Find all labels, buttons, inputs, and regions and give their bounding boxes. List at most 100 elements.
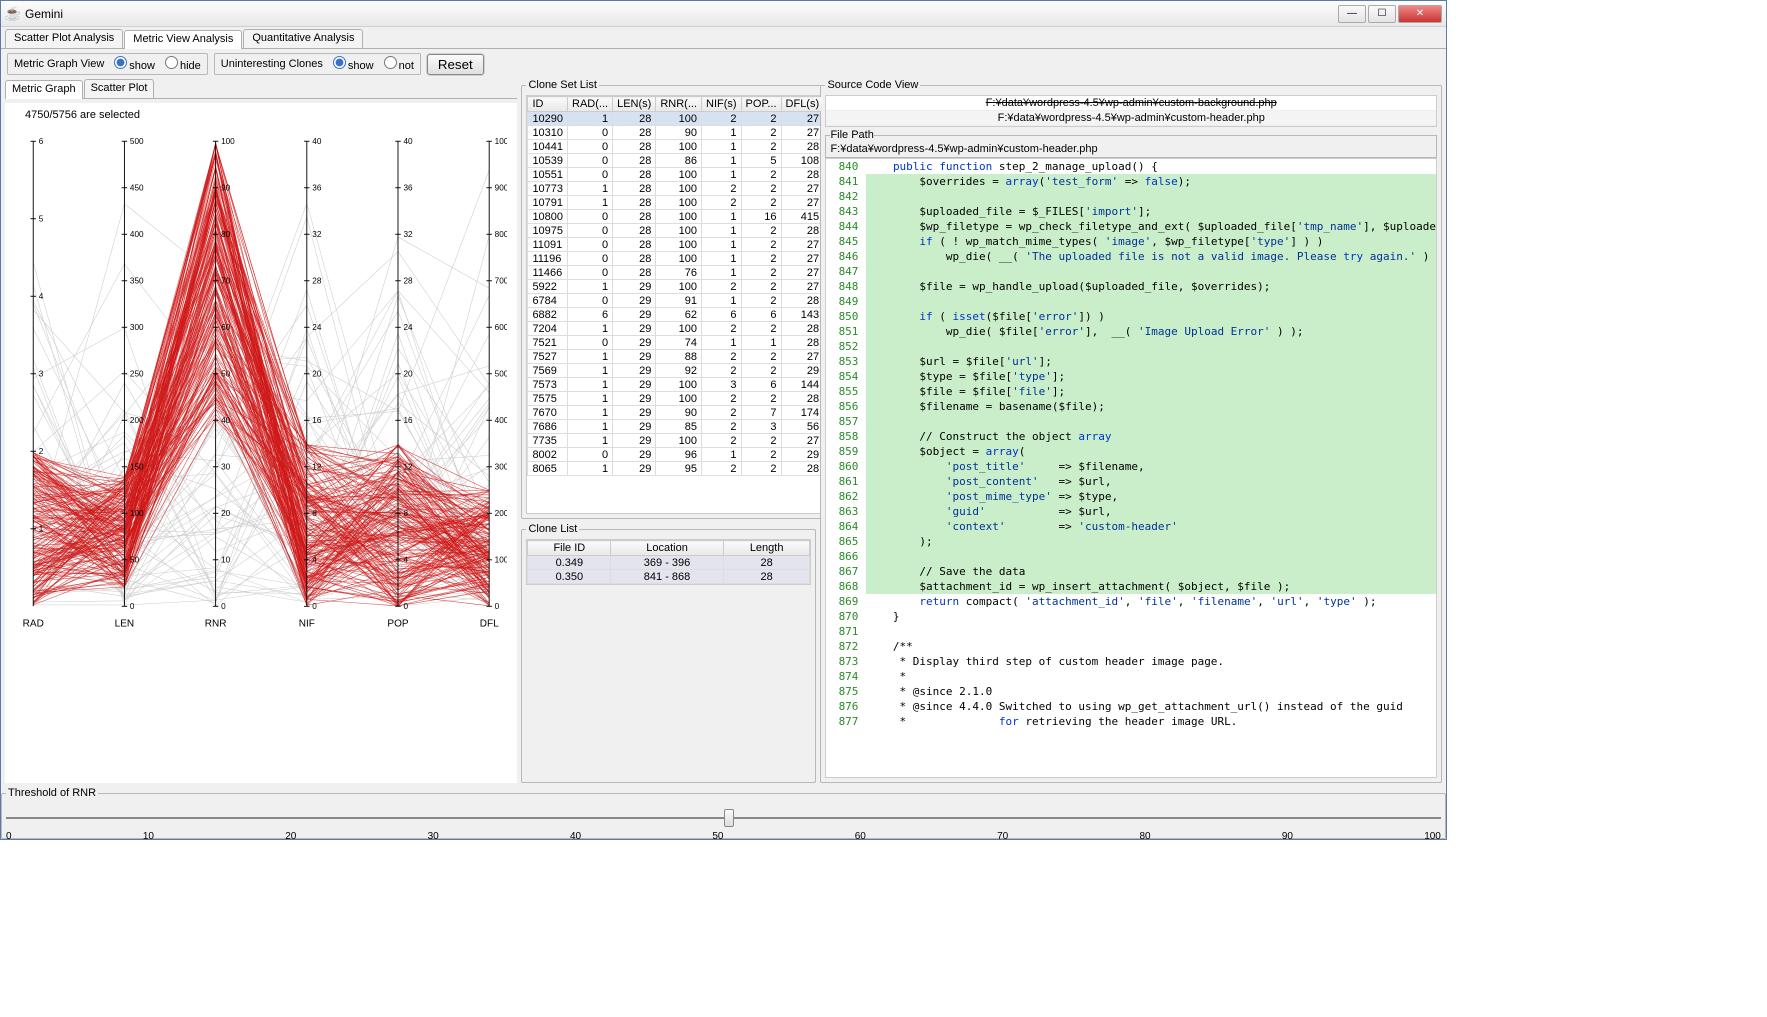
code-line[interactable]: 877 * for retrieving the header image UR… (826, 714, 1436, 729)
code-line[interactable]: 842 (826, 189, 1436, 204)
table-row[interactable]: 105510281001228 (528, 168, 824, 182)
svg-text:30: 30 (221, 463, 231, 472)
code-line[interactable]: 874 * (826, 669, 1436, 684)
filepath-legend: File Path (830, 129, 873, 141)
close-button[interactable]: ✕ (1398, 5, 1442, 23)
code-line[interactable]: 873 * Display third step of custom heade… (826, 654, 1436, 669)
code-line[interactable]: 857 (826, 414, 1436, 429)
table-row[interactable]: 72041291002228 (528, 322, 824, 336)
clone-set-header[interactable]: ID (528, 97, 568, 112)
table-row[interactable]: 109750281001228 (528, 224, 824, 238)
clone-set-header[interactable]: LEN(s) (613, 97, 656, 112)
table-row[interactable]: 6784029911228 (528, 294, 824, 308)
code-line[interactable]: 876 * @since 4.4.0 Switched to using wp_… (826, 699, 1436, 714)
code-line[interactable]: 849 (826, 294, 1436, 309)
table-row[interactable]: 68826296266143 (528, 308, 824, 322)
path-tab[interactable]: F:¥data¥wordpress-4.5¥wp-admin¥custom-ba… (826, 96, 1436, 111)
code-line[interactable]: 862 'post_mime_type' => $type, (826, 489, 1436, 504)
slider-thumb[interactable] (724, 809, 734, 827)
clone-list-header[interactable]: Length (723, 541, 810, 556)
table-row[interactable]: 105390288615108 (528, 154, 824, 168)
tab-scatter-plot-analysis[interactable]: Scatter Plot Analysis (5, 29, 123, 48)
table-row[interactable]: 10310028901227 (528, 126, 824, 140)
clone-set-header[interactable]: RNR(... (656, 97, 702, 112)
table-row[interactable]: 7569129922229 (528, 364, 824, 378)
code-line[interactable]: 863 'guid' => $url, (826, 504, 1436, 519)
code-line[interactable]: 841 $overrides = array('test_form' => fa… (826, 174, 1436, 189)
code-line[interactable]: 860 'post_title' => $filename, (826, 459, 1436, 474)
code-line[interactable]: 846 wp_die( __( 'The uploaded file is no… (826, 249, 1436, 264)
code-line[interactable]: 858 // Construct the object array (826, 429, 1436, 444)
code-line[interactable]: 869 return compact( 'attachment_id', 'fi… (826, 594, 1436, 609)
code-line[interactable]: 854 $type = $file['type']; (826, 369, 1436, 384)
code-line[interactable]: 852 (826, 339, 1436, 354)
table-row[interactable]: 110910281001227 (528, 238, 824, 252)
table-row[interactable]: 8002029961229 (528, 448, 824, 462)
code-line[interactable]: 865 ); (826, 534, 1436, 549)
table-row[interactable]: 75751291002228 (528, 392, 824, 406)
table-row[interactable]: 7527129882227 (528, 350, 824, 364)
code-line[interactable]: 848 $file = wp_handle_upload($uploaded_f… (826, 279, 1436, 294)
code-line[interactable]: 844 $wp_filetype = wp_check_filetype_and… (826, 219, 1436, 234)
radio-hide-metric[interactable]: hide (159, 56, 201, 72)
table-row[interactable]: 76701299027174 (528, 406, 824, 420)
table-row[interactable]: 757312910036144 (528, 378, 824, 392)
code-line[interactable]: 875 * @since 2.1.0 (826, 684, 1436, 699)
table-row[interactable]: 107911281002227 (528, 196, 824, 210)
radio-show-uninteresting[interactable]: show (327, 56, 374, 72)
table-row[interactable]: 77351291002227 (528, 434, 824, 448)
clone-set-table-wrap[interactable]: IDRAD(...LEN(s)RNR(...NIF(s)POP...DFL(s)… (526, 95, 825, 514)
code-line[interactable]: 859 $object = array( (826, 444, 1436, 459)
threshold-slider[interactable] (6, 807, 1441, 829)
code-line[interactable]: 851 wp_die( $file['error'], __( 'Image U… (826, 324, 1436, 339)
code-line[interactable]: 853 $url = $file['url']; (826, 354, 1436, 369)
subtab-scatter-plot[interactable]: Scatter Plot (84, 79, 155, 98)
path-tab[interactable]: F:¥data¥wordpress-4.5¥wp-admin¥custom-he… (826, 111, 1436, 126)
table-row[interactable]: 107731281002227 (528, 182, 824, 196)
tab-metric-view-analysis[interactable]: Metric View Analysis (124, 30, 242, 49)
radio-show-metric[interactable]: show (108, 56, 155, 72)
clone-list-header[interactable]: Location (611, 541, 724, 556)
code-line[interactable]: 868 $attachment_id = wp_insert_attachmen… (826, 579, 1436, 594)
code-line[interactable]: 850 if ( isset($file['error']) ) (826, 309, 1436, 324)
table-row[interactable]: 11466028761227 (528, 266, 824, 280)
clone-list-header[interactable]: File ID (528, 541, 611, 556)
clone-set-header[interactable]: DFL(s) (781, 97, 824, 112)
table-row[interactable]: 7521029741128 (528, 336, 824, 350)
clone-set-header[interactable]: NIF(s) (702, 97, 742, 112)
code-line[interactable]: 864 'context' => 'custom-header' (826, 519, 1436, 534)
clone-set-header[interactable]: POP... (741, 97, 781, 112)
table-row[interactable]: 59221291002227 (528, 280, 824, 294)
code-line[interactable]: 867 // Save the data (826, 564, 1436, 579)
code-line[interactable]: 840 public function step_2_manage_upload… (826, 159, 1436, 174)
code-line[interactable]: 856 $filename = basename($file); (826, 399, 1436, 414)
code-line[interactable]: 872 /** (826, 639, 1436, 654)
code-line[interactable]: 866 (826, 549, 1436, 564)
table-row[interactable]: 104410281001228 (528, 140, 824, 154)
minimize-button[interactable]: — (1338, 5, 1366, 23)
code-line[interactable]: 847 (826, 264, 1436, 279)
table-row[interactable]: 0.350841 - 86828 (528, 570, 810, 584)
code-line[interactable]: 870 } (826, 609, 1436, 624)
table-row[interactable]: 10800028100116415 (528, 210, 824, 224)
svg-text:40: 40 (221, 416, 231, 425)
code-line[interactable]: 843 $uploaded_file = $_FILES['import']; (826, 204, 1436, 219)
table-row[interactable]: 0.349369 - 39628 (528, 556, 810, 570)
maximize-button[interactable]: ☐ (1368, 5, 1396, 23)
table-row[interactable]: 8065129952228 (528, 462, 824, 476)
clone-list-table-wrap[interactable]: File IDLocationLength 0.349369 - 396280.… (526, 539, 811, 585)
table-row[interactable]: 102901281002227 (528, 112, 824, 126)
table-row[interactable]: 111960281001227 (528, 252, 824, 266)
radio-not-uninteresting[interactable]: not (378, 56, 414, 72)
code-line[interactable]: 845 if ( ! wp_match_mime_types( 'image',… (826, 234, 1436, 249)
code-area[interactable]: 840 public function step_2_manage_upload… (825, 158, 1437, 778)
clone-set-header[interactable]: RAD(... (568, 97, 613, 112)
reset-button[interactable]: Reset (427, 54, 484, 75)
code-line[interactable]: 855 $file = $file['file']; (826, 384, 1436, 399)
tab-quantitative-analysis[interactable]: Quantitative Analysis (243, 29, 363, 48)
table-row[interactable]: 7686129852356 (528, 420, 824, 434)
subtab-metric-graph[interactable]: Metric Graph (5, 80, 83, 99)
code-line[interactable]: 871 (826, 624, 1436, 639)
metric-graph-chart[interactable]: 4750/5756 are selected 123456RAD05010015… (5, 103, 517, 783)
code-line[interactable]: 861 'post_content' => $url, (826, 474, 1436, 489)
